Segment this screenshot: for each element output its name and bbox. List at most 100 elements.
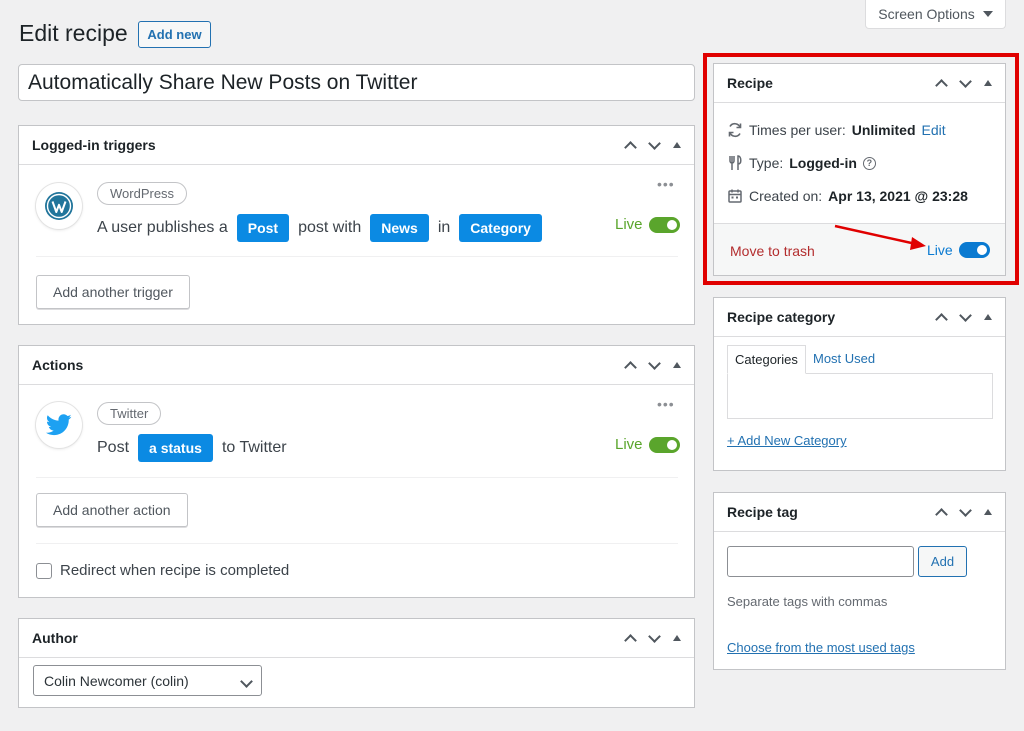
type-label: Type: <box>749 155 784 171</box>
screen-options-label: Screen Options <box>878 6 975 22</box>
tab-most-used[interactable]: Most Used <box>813 351 875 366</box>
author-title: Author <box>32 630 78 646</box>
status-token[interactable]: a status <box>138 434 213 462</box>
collapse-toggle-icon[interactable] <box>673 635 681 641</box>
sentence-text: to Twitter <box>221 439 287 456</box>
author-header: Author <box>19 619 694 658</box>
move-up-icon[interactable] <box>625 140 635 150</box>
screen-options-button[interactable]: Screen Options <box>865 0 1006 29</box>
recipe-header: Recipe <box>714 64 1005 103</box>
trigger-live-toggle[interactable] <box>648 216 680 233</box>
move-down-icon[interactable] <box>649 140 659 150</box>
author-handle-actions <box>625 633 681 643</box>
tag-handle-actions <box>936 507 992 517</box>
add-action-button[interactable]: Add another action <box>36 493 188 527</box>
recipe-box-title: Recipe <box>727 75 773 91</box>
actions-box: Actions Twitter ••• Post a status to Twi… <box>18 345 695 598</box>
author-select[interactable]: Colin Newcomer (colin) <box>33 665 262 696</box>
integration-pill: Twitter <box>97 402 162 425</box>
redirect-label: Redirect when recipe is completed <box>60 562 290 579</box>
move-to-trash-link[interactable]: Move to trash <box>730 243 815 259</box>
times-value: Unlimited <box>851 122 916 138</box>
add-trigger-button[interactable]: Add another trigger <box>36 275 190 309</box>
trigger-sentence: A user publishes a Post post with News i… <box>97 214 542 242</box>
action-live-status: Live <box>615 436 680 453</box>
term-token[interactable]: News <box>370 214 429 242</box>
times-label: Times per user: <box>749 122 846 138</box>
move-down-icon[interactable] <box>960 507 970 517</box>
integration-pill: WordPress <box>97 182 188 205</box>
live-label: Live <box>615 436 643 453</box>
recipe-title-input[interactable]: Automatically Share New Posts on Twitter <box>18 64 695 101</box>
collapse-toggle-icon[interactable] <box>984 80 992 86</box>
wordpress-integration-icon <box>36 183 82 229</box>
author-selected-value: Colin Newcomer (colin) <box>44 672 189 689</box>
move-down-icon[interactable] <box>649 360 659 370</box>
sentence-text: Post <box>97 439 130 456</box>
move-up-icon[interactable] <box>625 360 635 370</box>
move-down-icon[interactable] <box>960 78 970 88</box>
actions-handle-actions <box>625 360 681 370</box>
add-new-button[interactable]: Add new <box>138 21 211 48</box>
tag-box-title: Recipe tag <box>727 504 798 520</box>
page-title: Edit recipe <box>19 20 128 46</box>
tag-header: Recipe tag <box>714 493 1005 532</box>
move-up-icon[interactable] <box>936 507 946 517</box>
divider <box>36 477 678 478</box>
move-up-icon[interactable] <box>936 78 946 88</box>
actions-title: Actions <box>32 357 84 373</box>
type-row: Type: Logged-in ? <box>727 155 876 171</box>
tab-most-used-label: Most Used <box>813 351 876 366</box>
refresh-icon <box>728 122 742 138</box>
add-tag-button[interactable]: Add <box>918 546 967 577</box>
type-value: Logged-in <box>789 155 857 171</box>
live-label: Live <box>615 216 643 233</box>
move-up-icon[interactable] <box>936 312 946 322</box>
recipe-category-box: Recipe category Categories Most Used + A… <box>713 297 1006 471</box>
collapse-toggle-icon[interactable] <box>673 362 681 368</box>
more-options-icon[interactable]: ••• <box>657 396 675 412</box>
category-box-title: Recipe category <box>727 309 836 325</box>
sentence-text: A user publishes a <box>97 219 228 236</box>
redirect-checkbox[interactable] <box>36 562 52 579</box>
recipe-handle-actions <box>936 78 992 88</box>
choose-most-used-tags-link[interactable]: Choose from the most used tags <box>727 640 915 655</box>
chevron-down-icon <box>241 678 251 688</box>
wordpress-logo-icon <box>45 192 73 220</box>
twitter-bird-icon <box>46 414 72 436</box>
move-down-icon[interactable] <box>960 312 970 322</box>
sentence-text: in <box>437 219 451 236</box>
help-icon[interactable]: ? <box>862 156 876 170</box>
twitter-integration-icon <box>36 402 82 448</box>
move-down-icon[interactable] <box>649 633 659 643</box>
collapse-toggle-icon[interactable] <box>984 509 992 515</box>
category-list <box>727 373 993 419</box>
move-up-icon[interactable] <box>625 633 635 643</box>
collapse-toggle-icon[interactable] <box>984 314 992 320</box>
tab-categories-label: Categories <box>735 352 798 367</box>
divider <box>36 256 678 257</box>
utensils-icon <box>729 155 742 170</box>
trigger-live-status: Live <box>615 216 680 233</box>
action-sentence: Post a status to Twitter <box>97 434 287 462</box>
add-new-category-link[interactable]: + Add New Category <box>727 433 847 448</box>
calendar-icon <box>728 189 742 203</box>
post-type-token[interactable]: Post <box>236 214 290 242</box>
author-box: Author Colin Newcomer (colin) <box>18 618 695 708</box>
triggers-handle-actions <box>625 140 681 150</box>
caret-down-icon <box>982 11 993 17</box>
more-options-icon[interactable]: ••• <box>657 176 675 192</box>
triggers-title: Logged-in triggers <box>32 137 156 153</box>
created-value: Apr 13, 2021 @ 23:28 <box>828 188 968 204</box>
tag-input[interactable] <box>727 546 914 577</box>
collapse-toggle-icon[interactable] <box>673 142 681 148</box>
actions-header: Actions <box>19 346 694 385</box>
taxonomy-token[interactable]: Category <box>459 214 542 242</box>
recipe-live-toggle[interactable] <box>958 242 990 258</box>
tab-categories[interactable]: Categories <box>727 345 806 374</box>
times-edit-link[interactable]: Edit <box>922 122 946 138</box>
divider <box>36 543 678 544</box>
tag-hint: Separate tags with commas <box>727 594 888 609</box>
triggers-header: Logged-in triggers <box>19 126 694 165</box>
action-live-toggle[interactable] <box>648 436 680 453</box>
